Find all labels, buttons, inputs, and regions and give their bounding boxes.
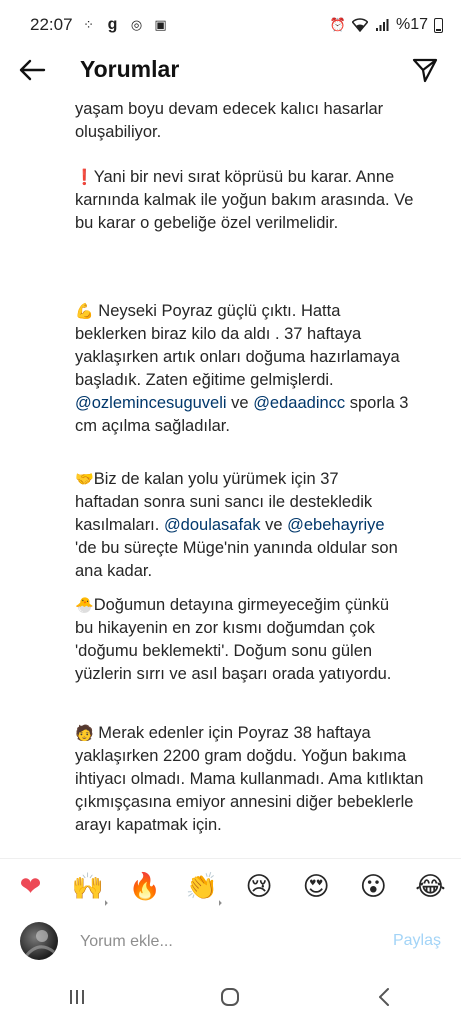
- app-circle-icon: ◎: [130, 17, 143, 32]
- dots-icon: ⁘: [83, 17, 94, 32]
- caption-paragraph-6: 🧑 Merak edenler için Poyraz 38 haftaya y…: [75, 722, 430, 837]
- person-icon: 🧑: [75, 724, 94, 742]
- caption-paragraph-5: 🐣Doğumun detayına girmeyeceğim çünkü bu …: [75, 594, 405, 686]
- avatar: [20, 922, 58, 960]
- caption-paragraph-4-text-2: ve: [260, 516, 288, 534]
- recent-apps-button[interactable]: [47, 977, 107, 1017]
- paper-plane-icon: [412, 58, 438, 83]
- recent-apps-icon: [69, 990, 84, 1004]
- caption-paragraph-2-text: Yani bir nevi sırat köprüsü bu karar. An…: [75, 168, 419, 232]
- system-nav-bar: [0, 970, 461, 1024]
- status-right: ⏰ %17: [330, 16, 443, 34]
- home-button[interactable]: [200, 977, 260, 1017]
- handshake-icon: 🤝: [75, 470, 94, 488]
- caption-paragraph-6-text: Merak edenler için Poyraz 38 haftaya yak…: [75, 724, 429, 834]
- home-icon: [221, 988, 240, 1006]
- signal-icon: [374, 17, 390, 33]
- reaction-raising-hands[interactable]: 🙌: [68, 867, 108, 907]
- reaction-heart-eyes[interactable]: 😍: [296, 867, 336, 907]
- back-button[interactable]: [16, 54, 48, 86]
- g-app-icon: g: [107, 16, 118, 33]
- mention-link[interactable]: @ozlemincesuguveli: [75, 394, 227, 412]
- flexed-biceps-icon: 💪: [75, 302, 94, 320]
- alarm-icon: ⏰: [329, 17, 347, 32]
- comment-input[interactable]: [80, 928, 360, 956]
- reaction-laughing-face[interactable]: 😂: [410, 867, 450, 907]
- exclamation-icon: ❗: [75, 168, 94, 186]
- app-bar: Yorumlar: [0, 50, 461, 90]
- reaction-fire[interactable]: 🔥: [125, 867, 165, 907]
- reaction-heart[interactable]: ❤: [11, 867, 51, 907]
- status-time: 22:07: [30, 15, 73, 34]
- arrow-left-icon: [19, 59, 46, 81]
- caption-paragraph-1: yaşam boyu devam edecek kalıcı hasarlar …: [75, 100, 388, 141]
- caption-paragraph-4: 🤝Biz de kalan yolu yürümek için 37 hafta…: [75, 468, 405, 583]
- caption-paragraph-2: ❗Yani bir nevi sırat köprüsü bu karar. A…: [75, 166, 415, 235]
- page-title: Yorumlar: [80, 56, 180, 82]
- caption-paragraph-3-text-2: ve: [226, 394, 254, 412]
- back-nav-button[interactable]: [354, 977, 414, 1017]
- comment-composer: Paylaş: [0, 918, 461, 970]
- reaction-clapping-hands[interactable]: 👏: [182, 867, 222, 907]
- image-icon: ▣: [154, 17, 167, 32]
- mention-link[interactable]: @doulasafak: [164, 516, 261, 534]
- reaction-surprised-face[interactable]: 😮: [353, 867, 393, 907]
- caption-paragraph-5-text: Doğumun detayına girmeyeceğim çünkü bu h…: [75, 596, 394, 683]
- status-left: 22:07 ⁘ g ◎ ▣: [30, 15, 169, 35]
- chevron-left-icon: [379, 988, 390, 1006]
- reaction-crying-face[interactable]: 😢: [239, 867, 279, 907]
- caption-paragraph-3-text-1: Neyseki Poyraz güçlü çıktı. Hatta bekler…: [75, 302, 405, 389]
- wifi-icon: [351, 17, 368, 33]
- caption-paragraph-3: 💪 Neyseki Poyraz güçlü çıktı. Hatta bekl…: [75, 300, 410, 438]
- post-comment-button[interactable]: Paylaş: [393, 932, 441, 950]
- battery-text: %17: [395, 16, 428, 33]
- mention-link[interactable]: @edaadincc: [253, 394, 345, 412]
- status-bar: 22:07 ⁘ g ◎ ▣ ⏰ %17: [0, 0, 461, 50]
- hatching-chick-icon: 🐣: [75, 596, 94, 614]
- quick-reaction-bar: ❤ 🙌 🔥 👏 😢 😍 😮 😂: [0, 858, 461, 914]
- share-direct-button[interactable]: [409, 54, 441, 86]
- mention-link[interactable]: @ebehayriye: [287, 516, 384, 534]
- battery-icon: [434, 17, 443, 33]
